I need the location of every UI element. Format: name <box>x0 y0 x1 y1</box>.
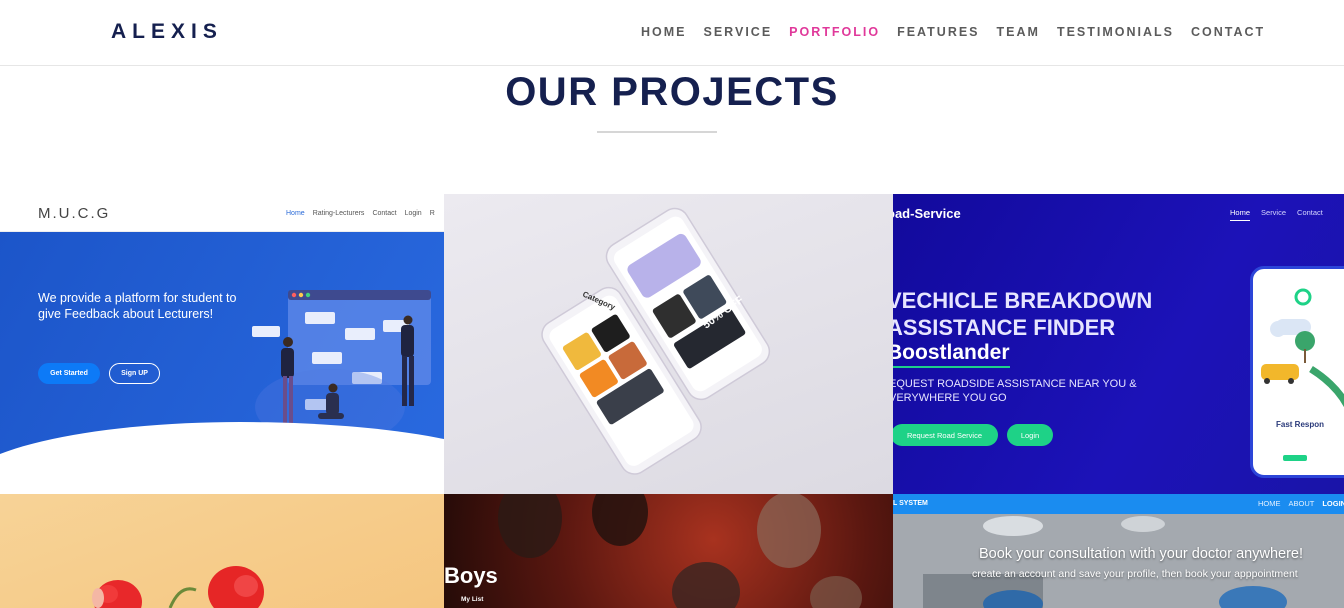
road-highlight: Boostlander <box>893 341 1010 368</box>
boys-title: Boys <box>444 563 498 588</box>
main-nav: HOME SERVICE PORTFOLIO FEATURES TEAM TES… <box>641 25 1265 39</box>
mucg-nav: Home Rating-Lecturers Contact Login R <box>286 210 435 217</box>
doctor-topbar: L SYSTEM HOME ABOUT LOGIN <box>893 494 1344 514</box>
nav-features[interactable]: FEATURES <box>897 25 979 39</box>
road-subtitle-line1: EQUEST ROADSIDE ASSISTANCE NEAR YOU & <box>893 378 1137 390</box>
mucg-nav-more: R <box>429 210 435 217</box>
road-nav-service: Service <box>1261 208 1287 217</box>
doctor-brand: L SYSTEM <box>893 500 928 507</box>
project-tile-boys[interactable]: Boys My List <box>444 494 893 608</box>
doctor-subtitle: create an account and save your profile,… <box>972 568 1298 580</box>
road-login-button: Login <box>1007 424 1053 446</box>
road-heading: VECHICLE BREAKDOWN ASSISTANCE FINDER <box>893 287 1152 341</box>
title-divider <box>597 131 717 133</box>
road-nav-home: Home <box>1230 208 1251 221</box>
nav-portfolio[interactable]: PORTFOLIO <box>789 25 880 39</box>
section-title: OUR PROJECTS <box>505 70 839 114</box>
mucg-topbar: M.U.C.G Home Rating-Lecturers Contact Lo… <box>0 194 444 232</box>
road-brand: oad-Service <box>893 206 961 221</box>
mucg-nav-contact: Contact <box>372 210 397 217</box>
road-phone-mockup <box>1250 266 1344 478</box>
nav-contact[interactable]: CONTACT <box>1191 25 1265 39</box>
doctor-nav-about: ABOUT <box>1288 499 1315 508</box>
nav-service[interactable]: SERVICE <box>704 25 773 39</box>
road-phone-label: Fast Respon <box>1276 420 1325 429</box>
site-logo[interactable]: ALEXIS <box>111 20 223 44</box>
road-subtitle: EQUEST ROADSIDE ASSISTANCE NEAR YOU & VE… <box>893 377 1137 405</box>
nav-home[interactable]: HOME <box>641 25 687 39</box>
mucg-nav-login: Login <box>404 210 422 217</box>
poster-image <box>498 494 862 608</box>
road-heading-line1: VECHICLE BREAKDOWN <box>893 288 1153 313</box>
project-tile-shop[interactable]: Category 50% OFF <box>444 194 893 494</box>
project-tile-flowers[interactable] <box>0 494 444 608</box>
road-heading-line2: ASSISTANCE FINDER <box>893 315 1116 340</box>
boys-subtitle: My List <box>461 596 484 603</box>
mucg-brand: M.U.C.G <box>38 205 111 222</box>
nav-testimonials[interactable]: TESTIMONIALS <box>1057 25 1174 39</box>
road-nav: Home Service Contact <box>1230 208 1323 221</box>
doctor-nav-login: LOGIN <box>1322 499 1344 508</box>
doctor-heading: Book your consultation with your doctor … <box>979 546 1304 562</box>
flower-image <box>92 566 264 608</box>
project-tile-road-service[interactable]: oad-Service Home Service Contact VECHICL… <box>893 194 1344 494</box>
navbar: ALEXIS HOME SERVICE PORTFOLIO FEATURES T… <box>0 0 1344 66</box>
mucg-nav-home: Home <box>286 210 305 217</box>
mucg-nav-rating: Rating-Lecturers <box>312 210 365 217</box>
road-nav-contact: Contact <box>1297 208 1323 217</box>
doctor-nav: HOME ABOUT LOGIN <box>1258 499 1344 508</box>
road-subtitle-line2: VERYWHERE YOU GO <box>893 392 1007 404</box>
nav-team[interactable]: TEAM <box>997 25 1040 39</box>
project-tile-mucg[interactable]: M.U.C.G Home Rating-Lecturers Contact Lo… <box>0 194 444 494</box>
phone-mockup: Category 50% OFF <box>541 207 771 475</box>
doctor-nav-home: HOME <box>1258 499 1281 508</box>
project-tile-doctor[interactable]: L SYSTEM HOME ABOUT LOGIN Book your cons… <box>893 494 1344 608</box>
map-illustration <box>1261 288 1344 461</box>
road-request-button: Request Road Service <box>893 424 998 446</box>
